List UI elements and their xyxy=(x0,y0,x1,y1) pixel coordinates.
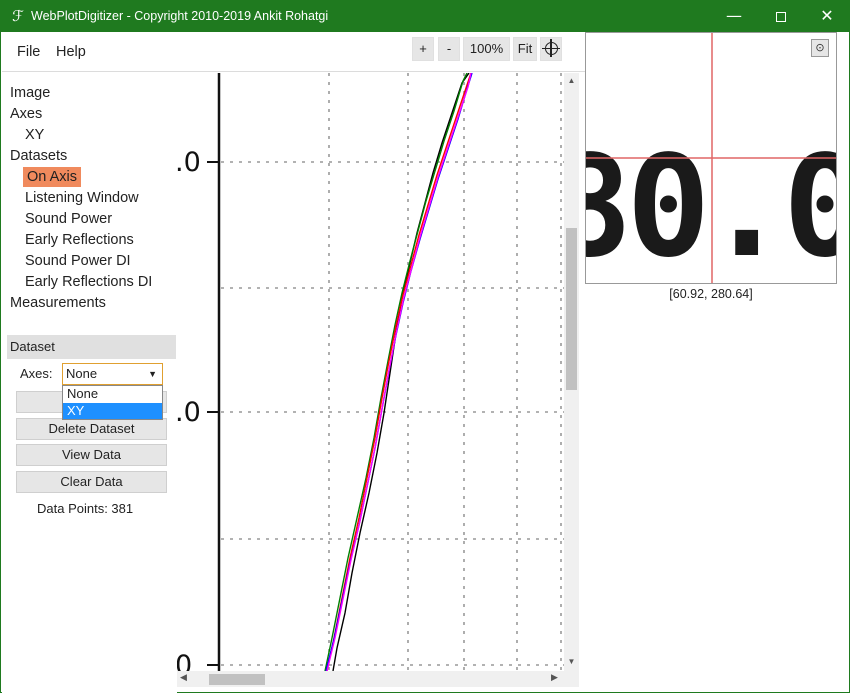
tree-item-dataset-early-reflections[interactable]: Early Reflections xyxy=(25,230,134,250)
axes-select[interactable]: None ▼ xyxy=(62,363,163,385)
clear-data-button[interactable]: Clear Data xyxy=(16,471,167,493)
tree-item-dataset-listening-window[interactable]: Listening Window xyxy=(25,188,139,208)
plot-image xyxy=(207,73,564,671)
tree-item-dataset-sound-power[interactable]: Sound Power xyxy=(25,209,112,229)
menu-file[interactable]: File xyxy=(17,44,40,60)
wpd-logo-icon: ℱ xyxy=(12,7,24,25)
dropdown-arrow-icon: ▼ xyxy=(148,369,157,379)
zoom-out-button[interactable]: - xyxy=(438,37,460,61)
scrollbar-corner xyxy=(564,671,579,687)
y-tick-label: .0 xyxy=(177,397,201,428)
vertical-gridlines xyxy=(328,73,562,671)
axes-option-none[interactable]: None xyxy=(63,386,162,403)
tree-item-image[interactable]: Image xyxy=(10,83,50,103)
axes-label: Axes: xyxy=(20,366,53,381)
y-tick-label: 0 xyxy=(177,650,193,671)
tree-item-dataset-sound-power-di[interactable]: Sound Power DI xyxy=(25,251,131,271)
crosshair-button[interactable] xyxy=(540,37,562,61)
axes-option-xy[interactable]: XY xyxy=(63,402,162,419)
scroll-right-icon[interactable]: ▶ xyxy=(551,672,558,683)
axes-dropdown-list: None XY xyxy=(62,385,163,420)
zoom-fit-button[interactable]: Fit xyxy=(513,37,537,61)
zoom-preview: 80.0 ⊙ xyxy=(585,32,837,284)
vertical-scrollbar[interactable]: ▲ ▼ xyxy=(564,73,579,671)
axes-select-value: None xyxy=(66,366,98,381)
tree-item-dataset-early-reflections-di[interactable]: Early Reflections DI xyxy=(25,272,152,292)
zoom-settings-icon[interactable]: ⊙ xyxy=(811,39,829,57)
horizontal-scroll-thumb[interactable] xyxy=(209,674,265,685)
menu-bar: File Help + - 100% Fit xyxy=(2,32,585,72)
crosshair-icon xyxy=(541,39,560,58)
app-window: ℱ WebPlotDigitizer - Copyright 2010-2019… xyxy=(0,0,850,693)
sidebar: Image Axes XY Datasets On Axis Listening… xyxy=(2,73,177,693)
maximize-icon xyxy=(776,11,786,22)
maximize-button[interactable] xyxy=(758,1,804,32)
tree-item-measurements[interactable]: Measurements xyxy=(10,293,106,313)
view-data-button[interactable]: View Data xyxy=(16,444,167,466)
tree-item-axes-xy[interactable]: XY xyxy=(25,125,44,145)
zoom-100-button[interactable]: 100% xyxy=(463,37,510,61)
cursor-coordinates: [60.92, 280.64] xyxy=(669,287,753,301)
menu-help[interactable]: Help xyxy=(56,44,86,60)
window-title: WebPlotDigitizer - Copyright 2010-2019 A… xyxy=(31,9,329,23)
scroll-down-icon[interactable]: ▼ xyxy=(564,657,579,666)
title-bar: ℱ WebPlotDigitizer - Copyright 2010-2019… xyxy=(1,1,849,32)
zoom-in-button[interactable]: + xyxy=(412,37,434,61)
data-points-count: Data Points: 381 xyxy=(37,501,134,516)
horizontal-gridlines xyxy=(221,161,564,666)
scroll-left-icon[interactable]: ◀ xyxy=(180,672,187,683)
delete-dataset-button[interactable]: Delete Dataset xyxy=(16,418,167,440)
tree-item-datasets[interactable]: Datasets xyxy=(10,146,67,166)
close-button[interactable]: ✕ xyxy=(804,1,850,32)
vertical-scroll-thumb[interactable] xyxy=(566,228,577,390)
tree-item-axes[interactable]: Axes xyxy=(10,104,42,124)
zoom-preview-image: 80.0 xyxy=(586,33,836,283)
tree-item-dataset-on-axis[interactable]: On Axis xyxy=(23,167,81,187)
minimize-button[interactable]: — xyxy=(711,1,757,32)
y-tick-label: .0 xyxy=(177,147,201,178)
dataset-section-header: Dataset xyxy=(7,335,176,359)
horizontal-scrollbar[interactable]: ◀ ▶ xyxy=(177,671,564,687)
plot-canvas[interactable]: .0 .0 0 xyxy=(177,73,564,671)
scroll-up-icon[interactable]: ▲ xyxy=(564,76,579,85)
